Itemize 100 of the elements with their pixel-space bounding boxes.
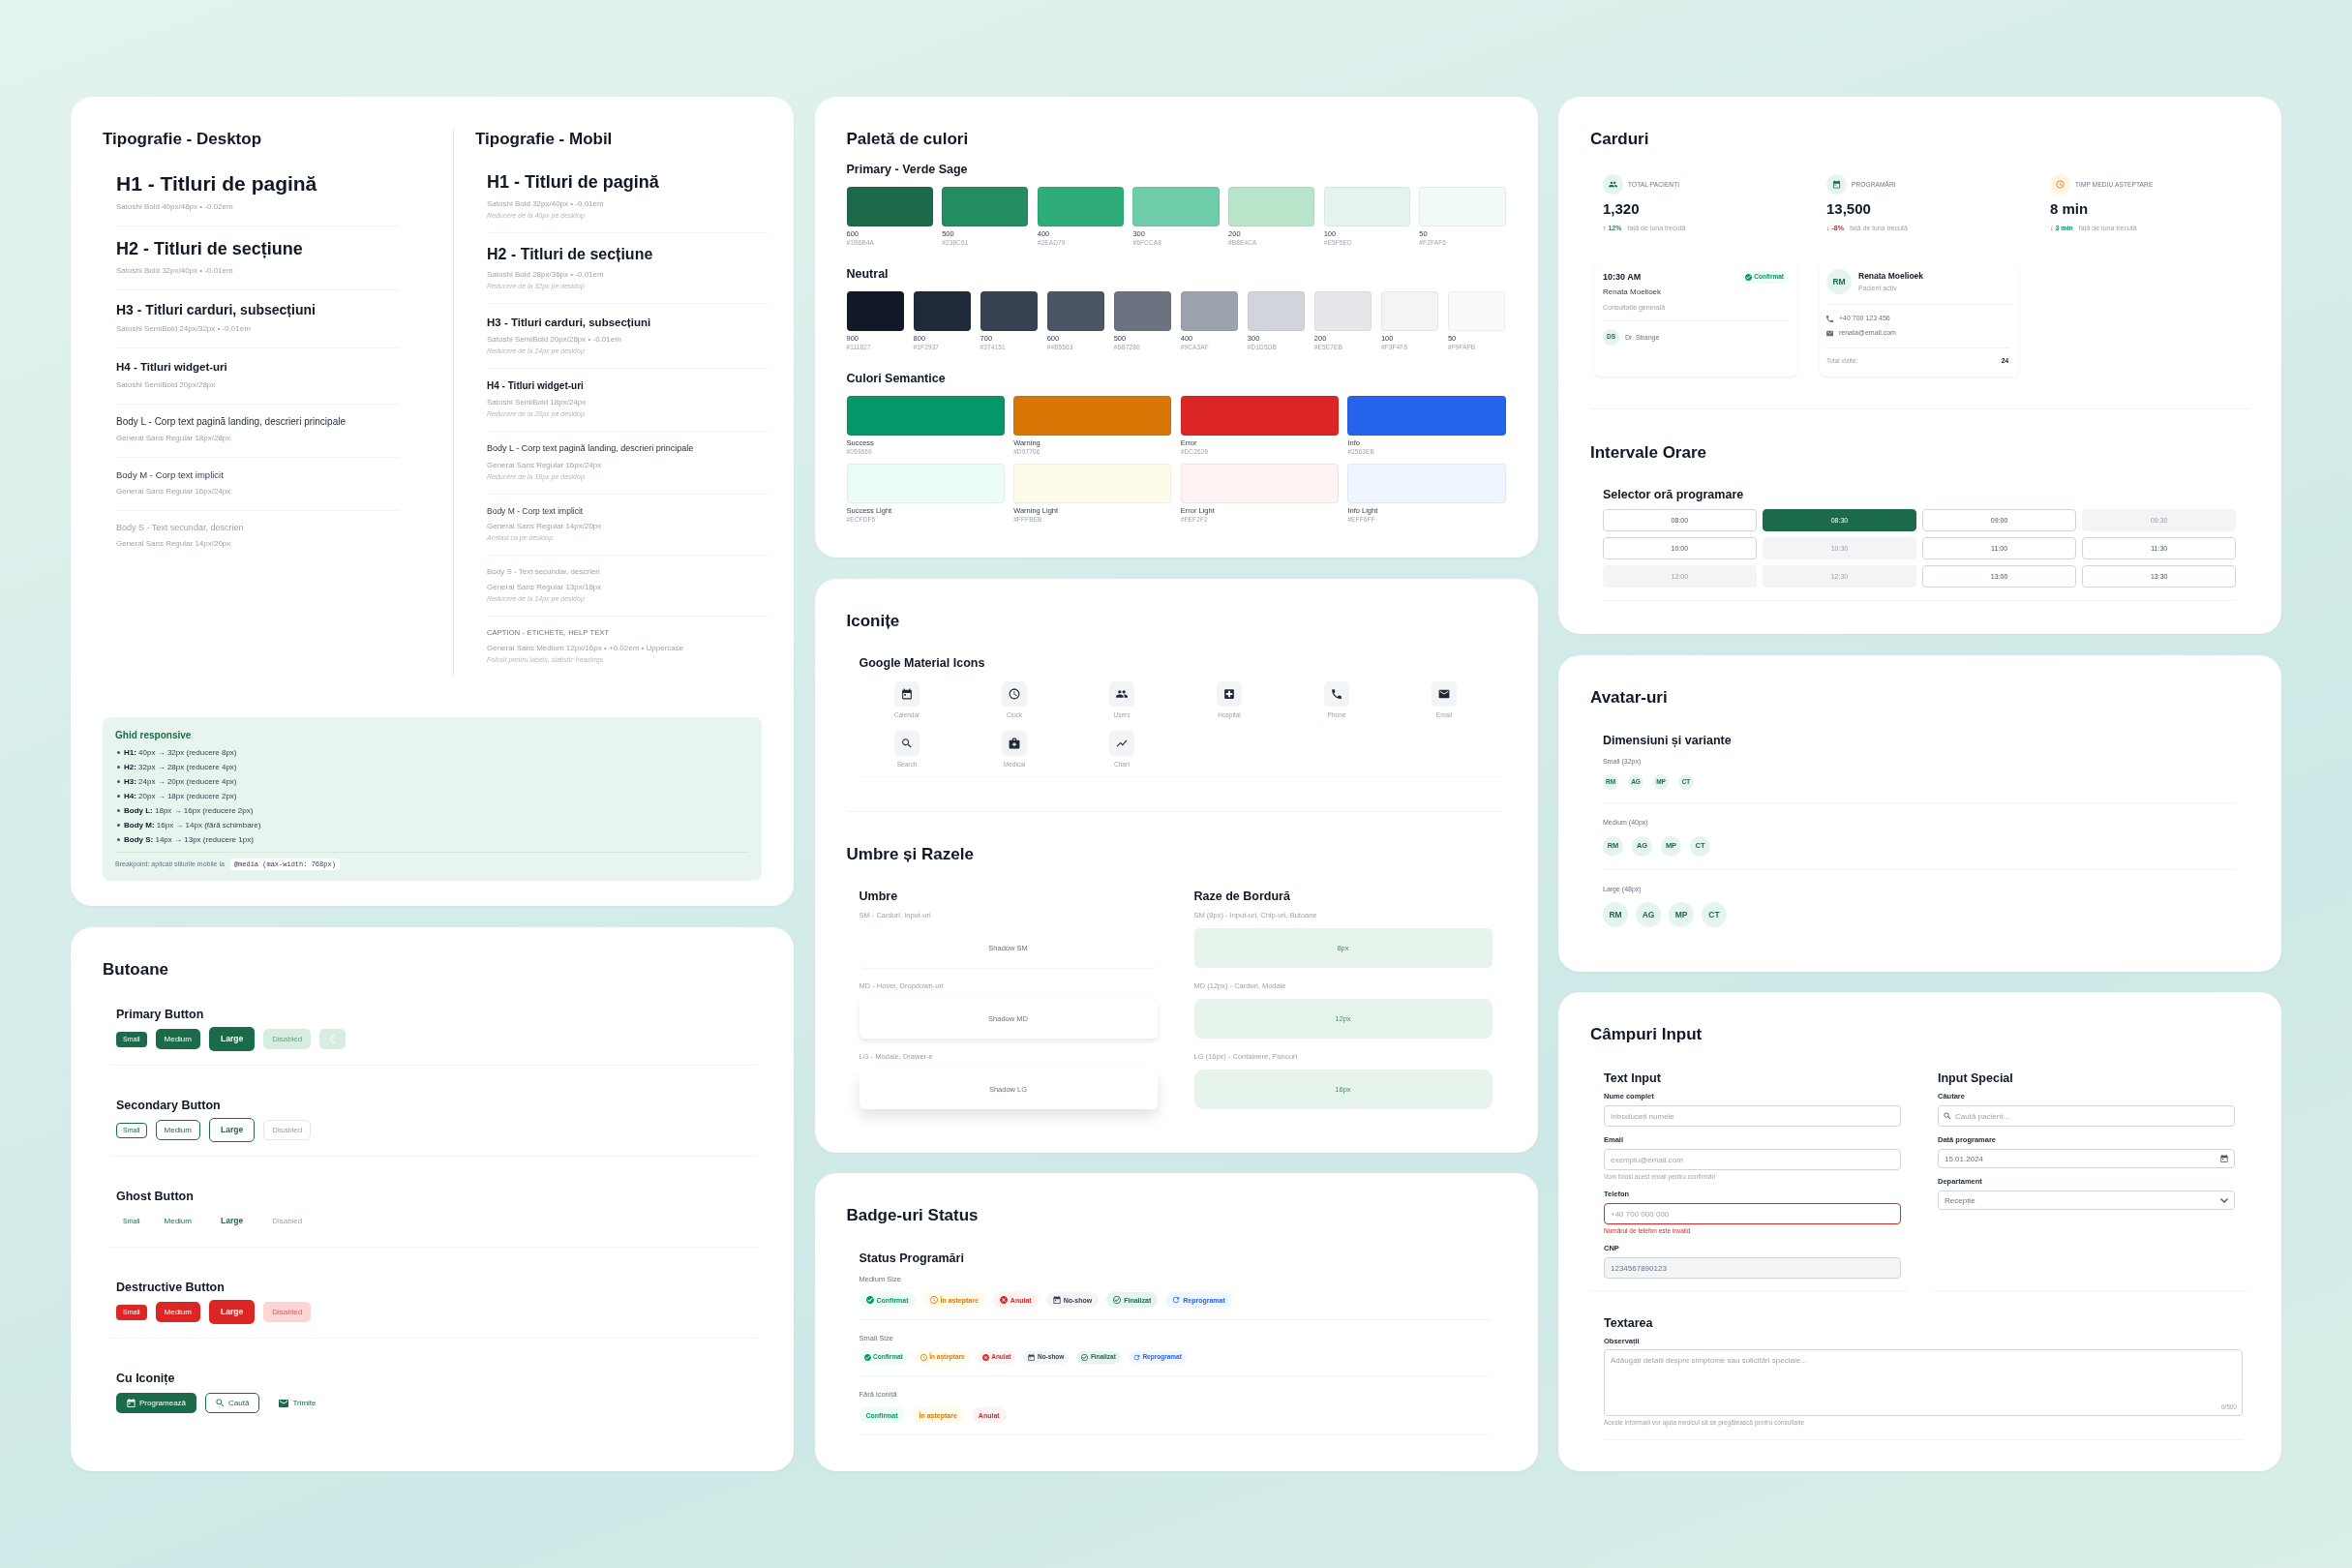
date-field[interactable]: 15.01.2024 — [1938, 1149, 2235, 1168]
subsection-title: Cu Iconițe — [116, 1370, 176, 1387]
type-sample: H2 - Titluri de secțiune — [487, 244, 654, 264]
avatar: MP — [1669, 902, 1694, 927]
people-icon — [1109, 680, 1134, 707]
section-title: Badge-uri Status — [846, 1205, 980, 1226]
type-spec: General Sans Regular 18px/28px — [116, 433, 232, 445]
bullet-icon — [117, 837, 120, 841]
clock-icon — [1002, 680, 1027, 707]
type-spec: Satoshi Bold 28px/36px • -0.01em — [487, 268, 605, 281]
guide-item: H4: 20px → 18px (reducere 2px) — [124, 790, 237, 802]
guide-item: H2: 32px → 28px (reducere 4px) — [124, 761, 237, 773]
type-sample: Body L - Corp text pagină landing, descrieri principale — [487, 443, 695, 455]
type-spec: General Sans Regular 14px/20px — [116, 538, 232, 551]
destructive-button[interactable]: Medium — [155, 1302, 200, 1322]
avatar: RM — [1826, 269, 1852, 294]
medical-bag-icon — [1002, 730, 1027, 756]
secondary-button[interactable]: Large — [208, 1118, 256, 1142]
type-spec: General Sans Regular 16px/24px — [116, 486, 232, 498]
clock-icon — [929, 1296, 938, 1304]
section-title: Iconițe — [846, 610, 901, 632]
section-title: Paletă de culori — [846, 129, 970, 150]
stat-value: 1,320 — [1603, 199, 1641, 219]
subsection-title: Dimensiuni și variante — [1603, 732, 1733, 749]
type-sample: Body M - Corp text implicit — [116, 469, 225, 481]
phone-icon — [1324, 680, 1349, 707]
envelope-icon — [1432, 680, 1457, 707]
guide-title: Ghid responsive — [115, 728, 193, 742]
avatar: CT — [1702, 902, 1727, 927]
text-input[interactable]: +40 700 000 000 — [1604, 1203, 1901, 1224]
section-title: Umbre și Razele — [846, 843, 975, 865]
subsection-title: Secondary Button — [116, 1097, 222, 1114]
avatar: AG — [1636, 902, 1661, 927]
type-spec: Satoshi SemiBold 20px/28px • -0.01em — [487, 333, 622, 346]
subsection-title: Text Input — [1604, 1070, 1662, 1087]
type-sample: H1 - Titluri de pagină — [487, 171, 660, 194]
type-sample: H3 - Titluri carduri, subsecțiuni — [116, 301, 317, 319]
ghost-button[interactable]: Medium — [155, 1211, 200, 1231]
guide-item: Body S: 14px → 13px (reducere 1px) — [124, 833, 254, 846]
calendar-icon — [2220, 1155, 2228, 1162]
type-sample: H4 - Titluri widget-uri — [487, 379, 585, 393]
calendar-icon — [1826, 174, 1847, 195]
type-spec: Satoshi SemiBold 18px/24px — [487, 397, 588, 409]
type-sample: H1 - Titluri de pagină — [116, 171, 318, 196]
section-title: Butoane — [103, 958, 169, 980]
subsection-title: Ghost Button — [116, 1188, 195, 1205]
search-icon — [1944, 1112, 1951, 1120]
calendar-icon — [127, 1399, 136, 1407]
bullet-icon — [117, 808, 120, 812]
subsection-title: Neutral — [846, 266, 890, 283]
select-field[interactable]: Recepție — [1938, 1191, 2235, 1210]
section-title: Avatar-uri — [1590, 686, 1669, 709]
subsection-title: Selector oră programare — [1603, 487, 1745, 503]
guide-item: Body M: 16px → 14px (fără schimbare) — [124, 819, 261, 831]
type-spec: Satoshi Bold 40px/48px • -0.02em — [116, 201, 234, 214]
type-spec: General Sans Regular 16px/24px — [487, 459, 603, 471]
ghost-button[interactable]: Large — [208, 1209, 256, 1233]
people-icon — [1603, 174, 1623, 195]
patient-name: Renata Moelioek — [1858, 270, 1924, 282]
secondary-button[interactable]: Caută — [205, 1393, 260, 1413]
phone-icon — [1826, 315, 1833, 322]
ghost-button[interactable]: Trimite — [268, 1393, 327, 1413]
type-spec: Satoshi Bold 32px/40px • -0.01em — [116, 264, 234, 277]
bullet-icon — [117, 750, 120, 754]
type-spec: Satoshi SemiBold 20px/28px — [116, 378, 217, 391]
subsection-title: Textarea — [1604, 1315, 1654, 1332]
calendar-icon — [1028, 1354, 1036, 1361]
subsection-title: Input Special — [1938, 1070, 2014, 1087]
bullet-icon — [117, 779, 120, 783]
section-title: Intervale Orare — [1590, 442, 1707, 464]
type-sample: Body S - Text secundar, descrieri — [487, 567, 601, 578]
type-spec: General Sans Regular 13px/18px — [487, 582, 603, 594]
spinner-icon — [330, 1035, 336, 1043]
type-sample: Body M - Corp text implicit — [487, 505, 585, 517]
clock-icon — [2050, 174, 2070, 195]
section-title: Tipografie - Desktop — [103, 129, 263, 150]
guide-item: H3: 24px → 20px (reducere 4px) — [124, 775, 237, 788]
type-spec: General Sans Regular 14px/20px — [487, 521, 603, 533]
bullet-icon — [117, 794, 120, 798]
type-sample: H3 - Titluri carduri, subsecțiuni — [487, 315, 652, 329]
envelope-icon — [1826, 329, 1833, 337]
secondary-button[interactable]: Medium — [155, 1120, 200, 1140]
subsection-title: Umbre — [859, 888, 899, 905]
subsection-title: Raze de Bordură — [1193, 888, 1291, 905]
section-title: Tipografie - Mobil — [475, 129, 614, 150]
appointment-time: 10:30 AM — [1603, 271, 1642, 284]
destructive-button[interactable]: Large — [208, 1300, 256, 1324]
clock-icon — [920, 1354, 927, 1361]
primary-button[interactable]: Large — [208, 1027, 256, 1051]
type-spec: Satoshi SemiBold 24px/32px • -0.01em — [116, 323, 252, 336]
calendar-icon — [1052, 1296, 1061, 1304]
search-icon — [216, 1399, 226, 1407]
subsection-title: Culori Semantice — [846, 371, 947, 387]
primary-button[interactable]: Medium — [155, 1029, 200, 1049]
envelope-icon — [279, 1399, 289, 1407]
subsection-title: Destructive Button — [116, 1279, 226, 1296]
search-icon — [894, 730, 920, 756]
primary-button[interactable]: Programează — [116, 1393, 197, 1413]
chevron-down-icon — [2220, 1197, 2228, 1203]
search-field[interactable]: Caută pacient... — [1938, 1105, 2235, 1127]
